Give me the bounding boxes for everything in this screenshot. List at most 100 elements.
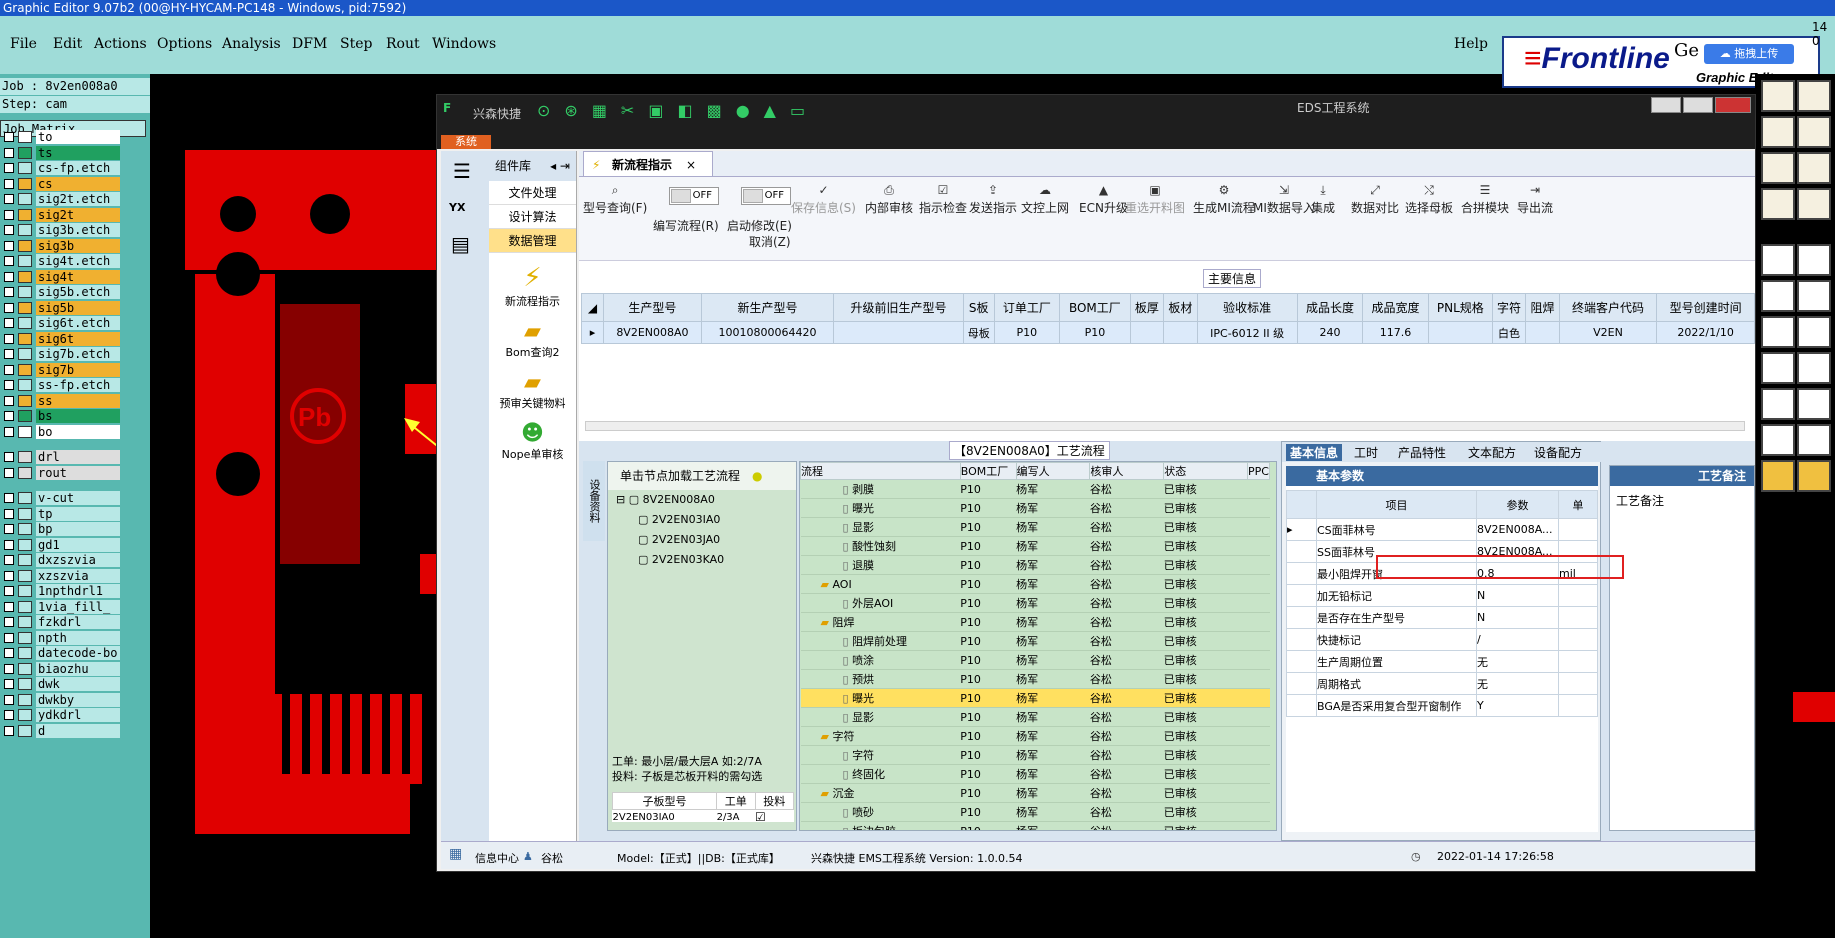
flow-row[interactable]: ▯ 字符 P10 杨军 谷松 已审核 xyxy=(800,745,1270,765)
tool-button[interactable] xyxy=(1761,116,1795,148)
layer-row[interactable]: dwkby xyxy=(2,692,120,707)
layer-color-swatch[interactable] xyxy=(18,492,32,504)
tool-button[interactable] xyxy=(1761,188,1795,220)
layer-row[interactable]: sig7b.etch xyxy=(2,347,120,361)
layer-checkbox[interactable] xyxy=(4,663,14,674)
toolbar-button[interactable]: ⚙ 生成MI流程 xyxy=(1193,183,1255,216)
layer-row[interactable]: sig3b.etch xyxy=(2,223,120,237)
tool-button[interactable] xyxy=(1797,388,1831,420)
grid-header[interactable]: 订单工厂 xyxy=(993,293,1061,322)
hamburger-icon[interactable]: ☰ xyxy=(453,159,477,183)
pointer-tool-button[interactable] xyxy=(1797,460,1831,492)
layer-checkbox[interactable] xyxy=(4,240,14,251)
comp-new-flow[interactable]: ⚡ 新流程指示 xyxy=(489,263,576,309)
info-tab-text[interactable]: 文本配方 xyxy=(1468,444,1516,461)
grid-cell[interactable] xyxy=(833,321,964,344)
flow-row[interactable]: ▯ 曝光 P10 杨军 谷松 已审核 xyxy=(800,498,1270,518)
layer-color-swatch[interactable] xyxy=(18,239,32,252)
flow-header[interactable]: PPC xyxy=(1246,462,1271,480)
layer-row[interactable]: sig2t.etch xyxy=(2,192,120,206)
flow-row[interactable]: ▯ 退膜 P10 杨军 谷松 已审核 xyxy=(800,555,1270,575)
layer-row[interactable]: biaozhu xyxy=(2,661,120,676)
param-row[interactable]: 是否存在生产型号 N xyxy=(1286,606,1598,629)
layer-color-swatch[interactable] xyxy=(18,208,32,221)
minimize-button[interactable] xyxy=(1651,97,1681,113)
quick-toolbar-icons[interactable]: ⊙⊛▦✂▣◧▩●▲▭ xyxy=(537,101,819,120)
layer-checkbox[interactable] xyxy=(4,132,14,142)
layer-checkbox[interactable] xyxy=(4,452,14,462)
param-value[interactable]: 无 xyxy=(1476,650,1559,673)
layer-color-swatch[interactable] xyxy=(18,379,32,391)
grid-header[interactable]: PNL规格 xyxy=(1427,293,1493,322)
layer-checkbox[interactable] xyxy=(4,380,14,390)
toggle-edit-flow[interactable]: OFF xyxy=(669,187,719,205)
menu-rout[interactable]: Rout xyxy=(386,36,420,52)
tool-button[interactable] xyxy=(1797,280,1831,312)
tool-button[interactable] xyxy=(1797,352,1831,384)
layer-row[interactable]: to xyxy=(2,130,120,144)
param-value[interactable]: 8V2EN008A... xyxy=(1476,518,1559,541)
layer-checkbox[interactable] xyxy=(4,467,14,478)
tool-button[interactable] xyxy=(1797,80,1831,112)
tree-node[interactable]: ▢ 2V2EN03KA0 xyxy=(608,550,796,570)
layer-row[interactable]: sig2t xyxy=(2,207,120,222)
grid-header[interactable]: 板材 xyxy=(1163,293,1198,322)
flow-row[interactable]: ▯ 显影 P10 杨军 谷松 已审核 xyxy=(800,517,1270,537)
comp-item-file[interactable]: 文件处理 xyxy=(489,181,576,205)
layer-color-swatch[interactable] xyxy=(18,425,32,438)
layer-row[interactable]: sig6t xyxy=(2,331,120,346)
toolbar-button[interactable]: ▲ ECN升级 xyxy=(1079,183,1128,216)
tool-button[interactable] xyxy=(1761,80,1795,112)
layer-color-swatch[interactable] xyxy=(18,616,32,628)
layer-color-swatch[interactable] xyxy=(18,662,32,675)
grid-cell[interactable] xyxy=(1427,321,1493,344)
toolbar-button[interactable]: ⤭ 选择母板 xyxy=(1405,183,1453,216)
comp-prereview[interactable]: ▰ 预审关键物料 xyxy=(489,370,576,411)
layer-row[interactable]: fzkdrl xyxy=(2,615,120,629)
layer-row[interactable]: ss-fp.etch xyxy=(2,378,120,392)
layer-checkbox[interactable] xyxy=(4,617,14,627)
layer-row[interactable]: gd1 xyxy=(2,537,120,552)
layer-color-swatch[interactable] xyxy=(18,585,32,597)
layer-row[interactable]: d xyxy=(2,723,120,738)
param-value[interactable]: 无 xyxy=(1476,672,1559,695)
layer-checkbox[interactable] xyxy=(4,725,14,736)
info-tab-time[interactable]: 工时 xyxy=(1354,444,1378,461)
layer-row[interactable]: datecode-bo xyxy=(2,646,120,660)
tool-button[interactable] xyxy=(1761,316,1795,348)
layer-color-swatch[interactable] xyxy=(18,507,32,520)
grid-cell[interactable]: P10 xyxy=(1059,321,1131,344)
layer-checkbox[interactable] xyxy=(4,225,14,235)
layer-color-swatch[interactable] xyxy=(18,693,32,706)
layer-row[interactable]: sig4t.etch xyxy=(2,254,120,268)
layer-row[interactable]: tp xyxy=(2,506,120,521)
layer-checkbox[interactable] xyxy=(4,209,14,220)
info-tab-basic[interactable]: 基本信息 xyxy=(1286,444,1343,461)
layer-color-swatch[interactable] xyxy=(18,600,32,613)
toolbar-button[interactable]: ⤓ 集成 xyxy=(1311,183,1335,216)
param-row[interactable]: 加无铅标记 N xyxy=(1286,584,1598,607)
layer-color-swatch[interactable] xyxy=(18,270,32,283)
flow-header[interactable]: 状态 xyxy=(1163,462,1248,480)
maximize-button[interactable] xyxy=(1683,97,1713,113)
flow-row[interactable]: ▯ 曝光 P10 杨军 谷松 已审核 xyxy=(800,688,1270,708)
layer-checkbox[interactable] xyxy=(4,349,14,359)
status-message-center[interactable]: 信息中心 xyxy=(475,850,519,866)
grid-header[interactable]: 验收标准 xyxy=(1196,293,1298,322)
layer-color-swatch[interactable] xyxy=(18,647,32,659)
tool-button[interactable] xyxy=(1761,388,1795,420)
layer-row[interactable]: sig6t.etch xyxy=(2,316,120,330)
layer-color-swatch[interactable] xyxy=(18,146,32,159)
layer-checkbox[interactable] xyxy=(4,493,14,503)
toolbar-button[interactable]: ☰ 合拼模块 xyxy=(1461,183,1509,216)
grid-cell[interactable]: 8V2EN008A0 xyxy=(603,321,702,344)
grid-cell[interactable]: 240 xyxy=(1296,321,1364,344)
tool-button[interactable] xyxy=(1797,188,1831,220)
grid-cell[interactable]: 白色 xyxy=(1491,321,1527,344)
tool-button[interactable] xyxy=(1761,280,1795,312)
menu-step[interactable]: Step xyxy=(340,36,372,52)
toolbar-button[interactable]: ⤢ 数据对比 xyxy=(1351,183,1399,216)
layer-checkbox[interactable] xyxy=(4,256,14,266)
layer-checkbox[interactable] xyxy=(4,333,14,344)
layer-color-swatch[interactable] xyxy=(18,394,32,407)
